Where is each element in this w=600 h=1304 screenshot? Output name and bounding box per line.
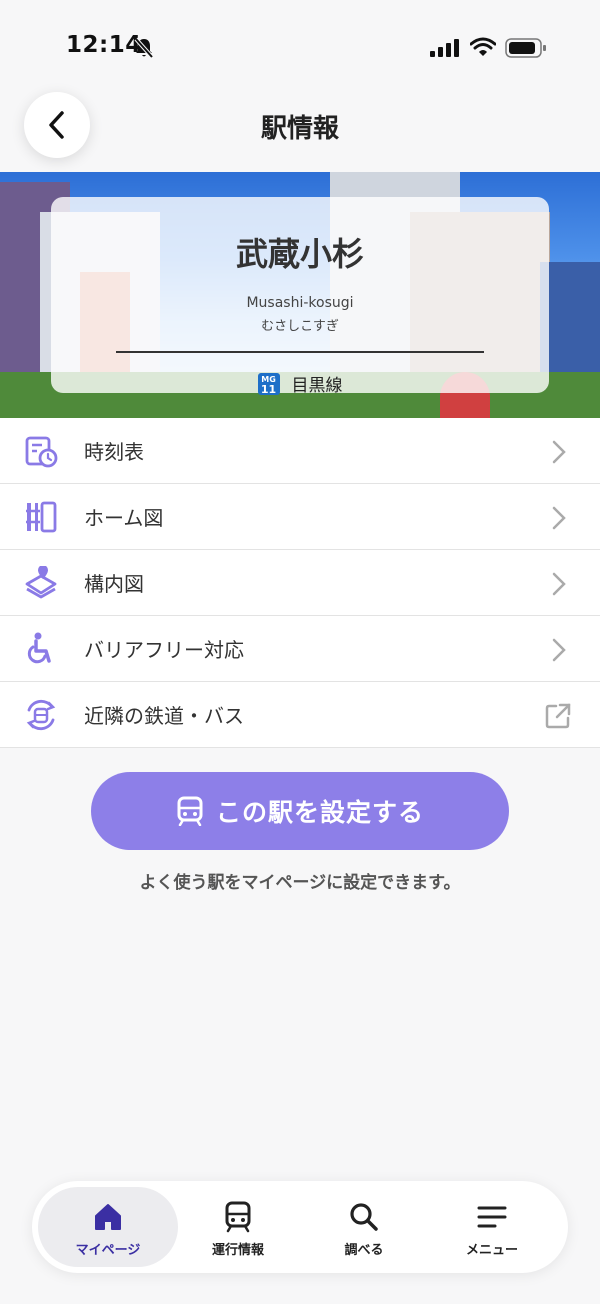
chevron-right-icon [552,506,566,530]
menu-item-timetable[interactable]: 時刻表 [0,418,600,484]
menu-icon [477,1201,507,1233]
tab-label: 調べる [344,1243,384,1258]
menu-item-barrier-free[interactable]: バリアフリー対応 [0,616,600,682]
tab-service-info[interactable]: 運行情報 [168,1187,308,1267]
station-romaji: Musashi-kosugi [246,295,354,311]
tab-menu[interactable]: メニュー [422,1187,562,1267]
tab-label: マイページ [75,1243,141,1258]
tab-mypage[interactable]: マイページ [38,1187,178,1267]
line-info: MG 11 目黒線 [51,371,549,396]
tab-search[interactable]: 調べる [294,1187,434,1267]
train-icon [177,796,203,826]
line-badge-number: 11 [260,382,277,396]
header: 駅情報 [0,92,600,172]
menu-item-label: 時刻表 [84,440,144,464]
bottom-tab-bar: マイページ 運行情報 調べる メニュー [32,1181,568,1273]
station-kana: むさしこすぎ [261,319,339,334]
line-badge: MG 11 [257,372,280,396]
tab-label: メニュー [465,1243,518,1258]
menu-item-nearby-transit[interactable]: 近隣の鉄道・バス [0,682,600,748]
status-bar: 12:14 [0,0,600,96]
station-menu-list: 時刻表 ホーム図 構内図 バリアフリー対応 近隣の鉄道・バス [0,418,600,748]
wifi-icon [470,37,496,56]
battery-icon [505,38,546,58]
search-icon [349,1201,379,1233]
wheelchair-icon [24,632,58,666]
menu-item-label: 構内図 [84,572,144,596]
menu-item-label: バリアフリー対応 [84,638,244,662]
divider [116,351,484,353]
set-station-button[interactable]: この駅を設定する [91,772,509,850]
signal-icon [430,39,459,57]
nearby-transit-icon [24,698,58,732]
menu-item-station-map[interactable]: 構内図 [0,550,600,616]
timetable-icon [24,434,58,468]
status-time: 12:14 [66,32,142,58]
external-link-icon [545,703,571,729]
station-map-icon [24,566,58,600]
train-icon [224,1201,252,1233]
chevron-right-icon [552,440,566,464]
chevron-right-icon [552,572,566,596]
menu-item-label: ホーム図 [84,506,164,530]
menu-item-platform-map[interactable]: ホーム図 [0,484,600,550]
platform-map-icon [24,500,58,534]
station-name: 武蔵小杉 [235,235,364,273]
tab-label: 運行情報 [211,1243,264,1258]
menu-item-label: 近隣の鉄道・バス [84,704,244,728]
station-hero: 武蔵小杉 Musashi-kosugi むさしこすぎ MG 11 目黒線 [0,172,600,418]
home-icon [93,1201,123,1233]
station-info-card: 武蔵小杉 Musashi-kosugi むさしこすぎ MG 11 目黒線 [51,197,549,396]
line-name: 目黒線 [291,376,343,396]
bell-muted-icon [134,37,154,59]
page-title: 駅情報 [260,114,339,144]
set-station-button-label: この駅を設定する [215,798,424,827]
set-station-hint: よく使う駅をマイページに設定できます。 [139,873,461,893]
chevron-right-icon [552,638,566,662]
